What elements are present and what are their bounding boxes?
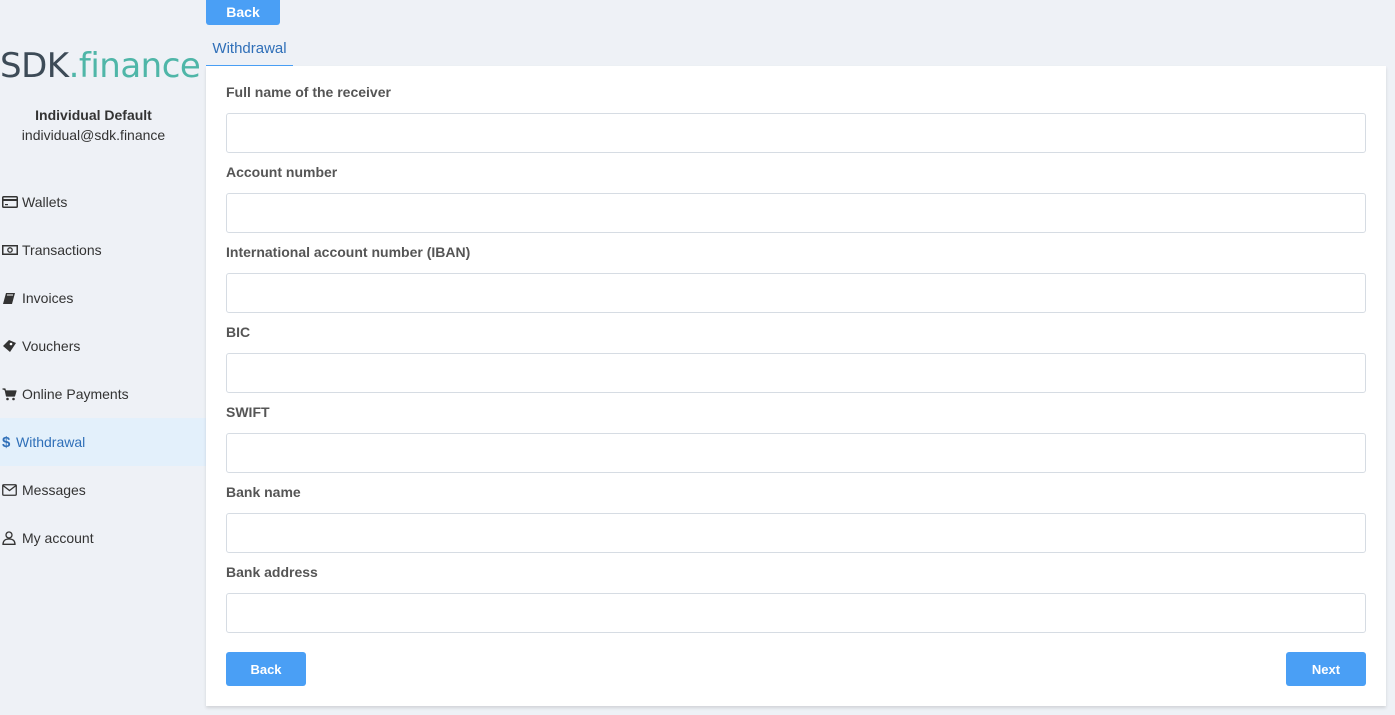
sidebar-item-label: Withdrawal <box>16 434 86 450</box>
bic-input[interactable] <box>226 353 1366 393</box>
iban-input[interactable] <box>226 273 1366 313</box>
sidebar-item-wallets[interactable]: Wallets <box>0 178 206 226</box>
field-bic: BIC <box>226 322 1366 393</box>
sidebar-item-withdrawal[interactable]: $ Withdrawal <box>0 418 206 466</box>
sidebar-item-messages[interactable]: Messages <box>0 466 206 514</box>
sidebar: SDK.finance Individual Default individua… <box>0 0 206 715</box>
logo-part-finance: .finance <box>68 46 201 86</box>
logo-part-sdk: SDK <box>0 46 69 86</box>
sidebar-item-label: Invoices <box>22 290 74 306</box>
bank-address-input[interactable] <box>226 593 1366 633</box>
dollar-icon: $ <box>2 433 11 451</box>
back-button-top[interactable]: Back <box>206 0 280 25</box>
sidebar-item-vouchers[interactable]: Vouchers <box>0 322 206 370</box>
field-label: Bank name <box>226 484 301 500</box>
envelope-icon <box>2 482 18 498</box>
sidebar-item-my-account[interactable]: My account <box>0 514 206 562</box>
field-swift: SWIFT <box>226 402 1366 473</box>
sidebar-nav: Wallets Transactions Invoices Vouchers O… <box>0 178 206 562</box>
sidebar-item-label: Vouchers <box>22 338 81 354</box>
back-button[interactable]: Back <box>226 652 306 686</box>
field-label: Full name of the receiver <box>226 84 391 100</box>
field-iban: International account number (IBAN) <box>226 242 1366 313</box>
field-label: BIC <box>226 324 251 340</box>
receiver-name-input[interactable] <box>226 113 1366 153</box>
tab-withdrawal[interactable]: Withdrawal <box>206 38 293 67</box>
field-label: SWIFT <box>226 404 270 420</box>
money-icon <box>2 242 18 258</box>
next-button[interactable]: Next <box>1286 652 1366 686</box>
sidebar-item-transactions[interactable]: Transactions <box>0 226 206 274</box>
cart-icon <box>2 386 18 402</box>
bank-name-input[interactable] <box>226 513 1366 553</box>
sidebar-item-label: Transactions <box>22 242 102 258</box>
field-bank-address: Bank address <box>226 562 1366 633</box>
account-number-input[interactable] <box>226 193 1366 233</box>
swift-input[interactable] <box>226 433 1366 473</box>
field-receiver-name: Full name of the receiver <box>226 82 1366 153</box>
sdk-finance-logo[interactable]: SDK.finance <box>0 46 201 86</box>
sidebar-item-label: My account <box>22 530 94 546</box>
sidebar-item-invoices[interactable]: Invoices <box>0 274 206 322</box>
ticket-icon <box>2 338 18 354</box>
user-name: Individual Default <box>35 107 152 123</box>
field-account-number: Account number <box>226 162 1366 233</box>
sidebar-item-online-payments[interactable]: Online Payments <box>0 370 206 418</box>
field-label: International account number (IBAN) <box>226 244 471 260</box>
sidebar-item-label: Wallets <box>22 194 68 210</box>
sidebar-item-label: Messages <box>22 482 86 498</box>
field-label: Account number <box>226 164 338 180</box>
credit-card-icon <box>2 194 18 210</box>
field-bank-name: Bank name <box>226 482 1366 553</box>
user-email: individual@sdk.finance <box>21 127 166 143</box>
book-icon <box>2 290 18 306</box>
user-icon <box>2 530 18 546</box>
withdrawal-form: Full name of the receiver Account number… <box>206 66 1386 706</box>
sidebar-item-label: Online Payments <box>22 386 129 402</box>
field-label: Bank address <box>226 564 318 580</box>
